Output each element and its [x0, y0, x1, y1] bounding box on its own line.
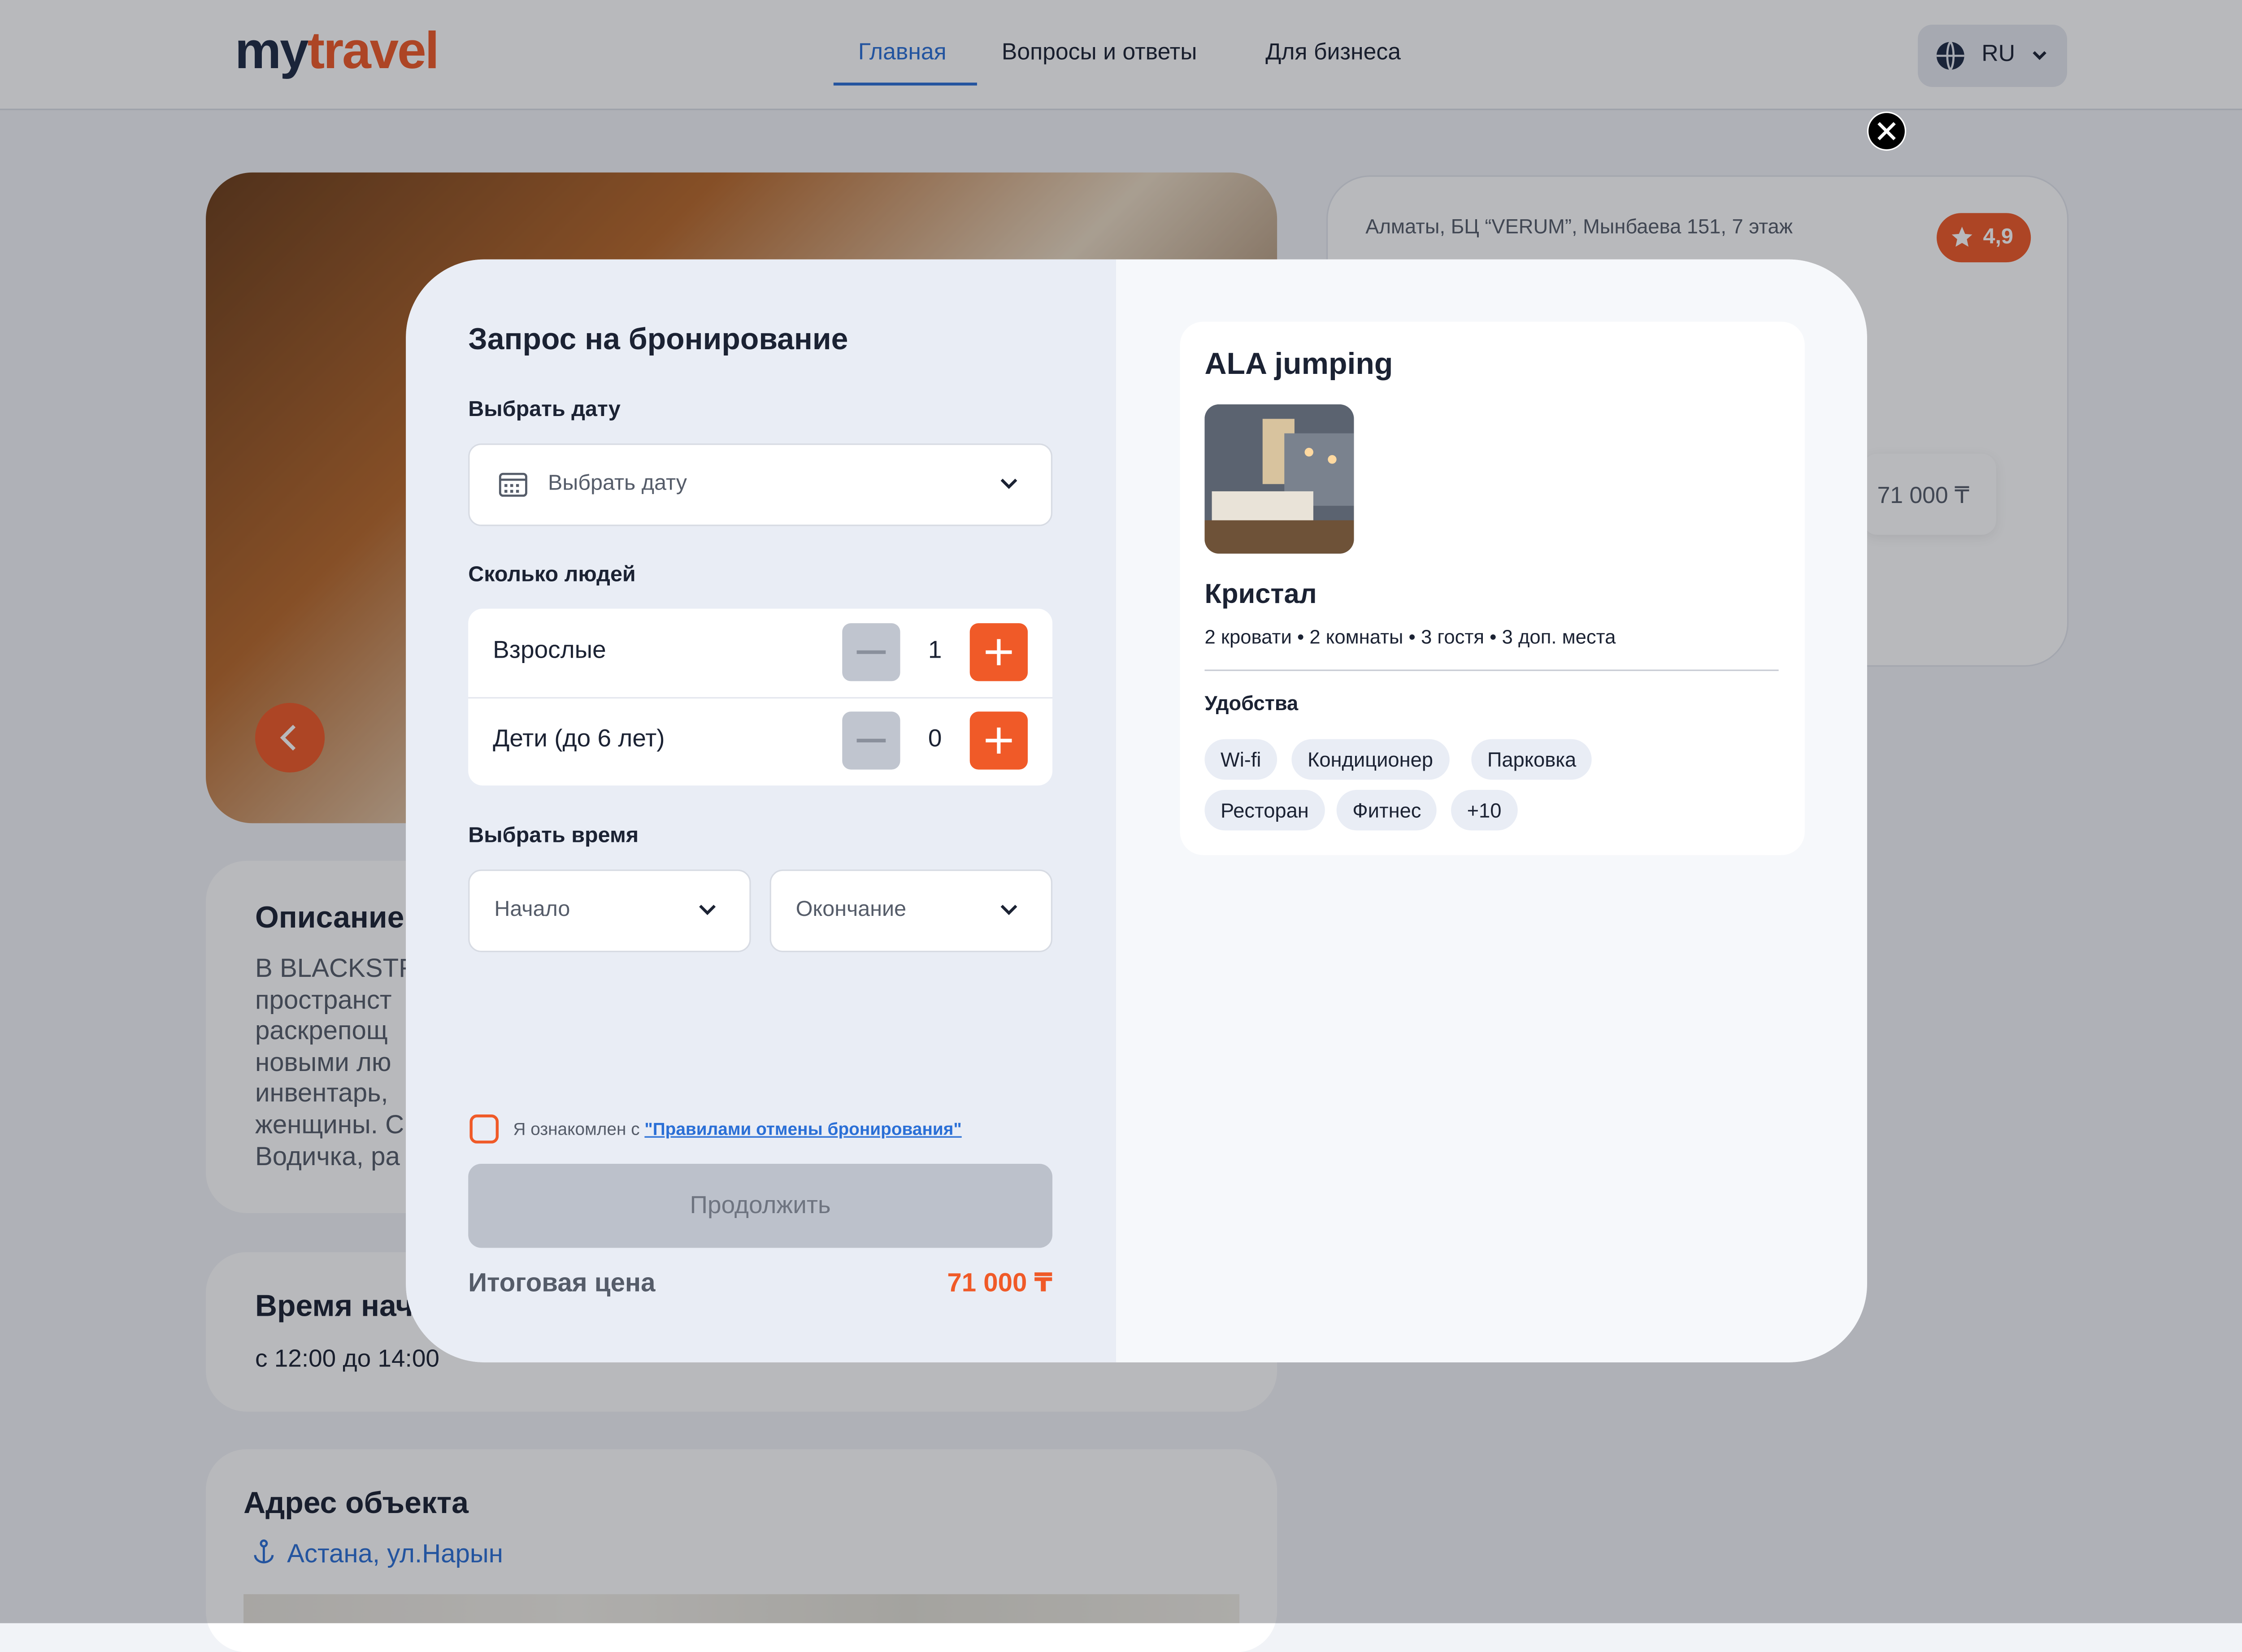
minus-icon	[856, 738, 886, 743]
close-modal-button[interactable]	[1867, 111, 1907, 151]
date-select[interactable]: Выбрать дату	[468, 443, 1053, 526]
adults-label: Взрослые	[493, 636, 606, 664]
amenities-title: Удобства	[1204, 691, 1299, 715]
adults-decrement-button[interactable]	[842, 623, 900, 681]
continue-button[interactable]: Продолжить	[468, 1163, 1053, 1248]
more-amenities-chip[interactable]: +10	[1451, 789, 1517, 831]
room-description: 2 кровати • 2 комнаты • 3 гостя • 3 доп.…	[1204, 626, 1616, 648]
adults-increment-button[interactable]	[969, 623, 1028, 681]
close-icon	[1877, 122, 1896, 140]
chevron-down-icon	[697, 898, 717, 926]
start-placeholder: Начало	[494, 897, 570, 922]
children-row: Дети (до 6 лет) 0	[468, 697, 1052, 785]
room-photo	[1204, 404, 1354, 554]
end-placeholder: Окончание	[795, 897, 907, 922]
amenity-chip: Wi-fi	[1204, 739, 1277, 780]
hotel-card: ALA jumping Кристал 2 кровати • 2 комнат…	[1180, 321, 1805, 855]
modal-title: Запрос на бронирование	[468, 323, 848, 357]
hotel-summary-panel: ALA jumping Кристал 2 кровати • 2 комнат…	[1116, 259, 1867, 1362]
hotel-name: ALA jumping	[1204, 347, 1393, 382]
children-count: 0	[928, 724, 942, 752]
chevron-down-icon	[999, 898, 1019, 926]
plus-icon	[986, 639, 1012, 665]
end-time-select[interactable]: Окончание	[769, 869, 1053, 952]
divider	[1204, 669, 1779, 671]
date-label: Выбрать дату	[468, 397, 621, 422]
minus-icon	[856, 650, 886, 654]
agree-checkbox[interactable]	[469, 1114, 499, 1144]
booking-form-panel: Запрос на бронирование Выбрать дату Выбр…	[406, 259, 1117, 1362]
total-price-label: Итоговая цена	[468, 1268, 656, 1297]
amenity-chip: Фитнес	[1336, 789, 1438, 831]
booking-modal: Запрос на бронирование Выбрать дату Выбр…	[406, 259, 1867, 1362]
amenity-chip: Кондиционер	[1291, 739, 1449, 780]
children-decrement-button[interactable]	[842, 711, 900, 770]
chevron-down-icon	[999, 473, 1019, 500]
room-name: Кристал	[1204, 580, 1317, 611]
start-time-select[interactable]: Начало	[468, 869, 751, 952]
time-label: Выбрать время	[468, 823, 639, 848]
date-placeholder: Выбрать дату	[547, 471, 687, 496]
plus-icon	[986, 727, 1012, 754]
total-price-value: 71 000 ₸	[947, 1268, 1053, 1297]
children-label: Дети (до 6 лет)	[493, 724, 665, 752]
agree-text: Я ознакомлен с "Правилами отмены брониро…	[513, 1119, 962, 1139]
adults-count: 1	[928, 636, 942, 664]
amenity-chip: Парковка	[1471, 739, 1592, 780]
children-increment-button[interactable]	[969, 711, 1028, 770]
cancellation-rules-link[interactable]: "Правилами отмены бронирования"	[644, 1119, 961, 1139]
people-label: Сколько людей	[468, 562, 636, 587]
people-counter: Взрослые 1 Дети (до 6 лет) 0	[468, 608, 1053, 786]
amenity-chip: Ресторан	[1204, 789, 1325, 831]
adults-row: Взрослые 1	[468, 609, 1052, 697]
calendar-icon	[499, 471, 528, 504]
